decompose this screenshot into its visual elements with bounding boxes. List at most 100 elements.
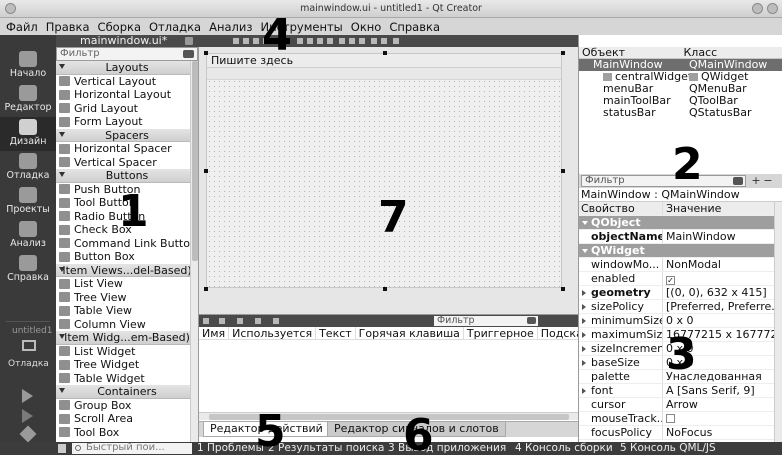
resize-handle[interactable] — [561, 51, 565, 55]
object-tree-row[interactable]: menuBar QMenuBar — [579, 83, 782, 95]
widget-item[interactable]: Command Link Button — [56, 237, 198, 251]
tool-icon[interactable] — [349, 38, 355, 44]
property-filter-input[interactable]: Фильтр — [581, 175, 746, 187]
menu-help[interactable]: Справка — [389, 20, 440, 34]
build-icon[interactable] — [19, 425, 37, 443]
resize-handle[interactable] — [204, 287, 208, 291]
property-value[interactable]: [(0, 0), 632 x 415] — [663, 286, 782, 299]
new-action-icon[interactable] — [203, 318, 209, 324]
property-value[interactable] — [663, 412, 782, 425]
menu-edit[interactable]: Правка — [46, 20, 90, 34]
property-checkbox[interactable]: ✓ — [666, 276, 675, 285]
delete-action-icon[interactable] — [255, 318, 261, 324]
expand-arrow-icon[interactable] — [582, 221, 588, 225]
expand-arrow-icon[interactable] — [582, 290, 586, 296]
resize-handle[interactable] — [383, 51, 387, 55]
widget-item[interactable]: Tree Widget — [56, 358, 198, 372]
widget-category[interactable]: Spacers — [56, 128, 198, 142]
output-tab-issues[interactable]: 1 Проблемы — [197, 443, 264, 454]
widget-item[interactable]: Vertical Spacer — [56, 156, 198, 170]
tool-icon[interactable] — [381, 38, 387, 44]
resize-handle[interactable] — [204, 169, 208, 173]
expand-arrow-icon[interactable] — [582, 332, 586, 338]
property-group[interactable]: QObject — [579, 216, 782, 230]
debug-run-icon[interactable] — [22, 409, 33, 423]
widget-item[interactable]: Table View — [56, 304, 198, 318]
action-column-header[interactable]: Используется — [229, 327, 317, 339]
tool-icon[interactable] — [233, 38, 239, 44]
close-icon[interactable] — [767, 3, 778, 14]
property-value[interactable]: 0 x 0 — [663, 314, 782, 327]
menu-build[interactable]: Сборка — [98, 20, 141, 34]
document-tab[interactable]: mainwindow.ui* — [56, 35, 199, 47]
locator-input[interactable]: Быстрый пои... — [72, 443, 192, 454]
tool-icon[interactable] — [317, 38, 323, 44]
kit-computer-icon[interactable] — [22, 340, 36, 351]
widget-item[interactable]: Button Box — [56, 250, 198, 264]
property-value[interactable]: A [Sans Serif, 9] — [663, 384, 782, 397]
object-tree-row[interactable]: statusBar QStatusBar — [579, 107, 782, 119]
view-mode-icon[interactable] — [273, 318, 279, 324]
widget-item[interactable]: Horizontal Layout — [56, 88, 198, 102]
property-row[interactable]: mouseTrack... — [579, 412, 782, 426]
tool-icon[interactable] — [327, 38, 333, 44]
mode-projects[interactable]: Проекты — [0, 185, 56, 219]
resize-handle[interactable] — [204, 51, 208, 55]
widget-item[interactable]: Form Layout — [56, 115, 198, 129]
mode-analyze[interactable]: Анализ — [0, 219, 56, 253]
clear-filter-icon[interactable] — [733, 177, 743, 185]
property-row[interactable]: font A [Sans Serif, 9] — [579, 384, 782, 398]
widget-item[interactable]: List Widget — [56, 345, 198, 359]
property-value[interactable]: [Preferred, Preferre... — [663, 300, 782, 313]
resize-handle[interactable] — [561, 287, 565, 291]
menu-window[interactable]: Окно — [351, 20, 382, 34]
tool-icon[interactable] — [359, 38, 365, 44]
action-filter-input[interactable]: Фильтр — [434, 316, 538, 326]
widget-item[interactable]: Scroll Area — [56, 412, 198, 426]
minimize-icon[interactable] — [752, 3, 763, 14]
widget-category[interactable]: Item Views...del-Based) — [56, 263, 198, 277]
property-value[interactable]: NonModal — [663, 258, 782, 271]
toggle-sidebar-icon[interactable] — [58, 444, 66, 453]
remove-property-icon[interactable]: − — [763, 175, 773, 186]
widget-box-scrollbar[interactable] — [190, 61, 198, 442]
output-tab-compile-output[interactable]: 4 Консоль сборки — [515, 443, 613, 454]
property-column-header[interactable]: Значение — [663, 202, 782, 215]
form-tool-bar[interactable] — [207, 68, 561, 80]
form-menu-bar[interactable]: Пишите здесь — [207, 54, 561, 68]
widget-item[interactable]: Tree View — [56, 291, 198, 305]
widget-item[interactable]: Horizontal Spacer — [56, 142, 198, 156]
menu-debug[interactable]: Отладка — [149, 20, 201, 34]
property-row[interactable]: sizePolicy [Preferred, Preferre... — [579, 300, 782, 314]
mode-help[interactable]: Справка — [0, 253, 56, 287]
paste-action-icon[interactable] — [237, 318, 243, 324]
resize-handle[interactable] — [561, 169, 565, 173]
property-group[interactable]: QWidget — [579, 244, 782, 258]
mode-edit[interactable]: Редактор — [0, 83, 56, 117]
tool-icon[interactable] — [393, 38, 399, 44]
output-tab-qml-console[interactable]: 5 Консоль QML/JS — [620, 443, 716, 454]
property-column-header[interactable]: Свойство — [579, 202, 663, 215]
tool-icon[interactable] — [243, 38, 249, 44]
clear-filter-icon[interactable] — [183, 50, 194, 58]
expand-arrow-icon[interactable] — [582, 388, 586, 394]
widget-item[interactable]: Grid Layout — [56, 102, 198, 116]
widget-item[interactable]: List View — [56, 277, 198, 291]
widget-category[interactable]: Containers — [56, 385, 198, 399]
action-column-header[interactable]: Подсказк — [538, 327, 578, 339]
mode-design[interactable]: Дизайн — [0, 117, 56, 151]
main-window-form[interactable]: Пишите здесь — [206, 53, 562, 288]
close-document-icon[interactable] — [185, 37, 193, 45]
property-value[interactable]: NoFocus — [663, 426, 782, 439]
action-column-header[interactable]: Текст — [316, 327, 356, 339]
property-row[interactable]: cursor Arrow — [579, 398, 782, 412]
widget-item[interactable]: Table Widget — [56, 372, 198, 386]
menu-analyze[interactable]: Анализ — [209, 20, 252, 34]
widget-item[interactable]: Vertical Layout — [56, 75, 198, 89]
action-column-header[interactable]: Имя — [199, 327, 230, 339]
property-row[interactable]: focusPolicy NoFocus — [579, 426, 782, 440]
menu-file[interactable]: Файл — [6, 20, 38, 34]
property-value[interactable]: ✓ — [663, 272, 782, 285]
object-tree-row[interactable]: MainWindow QMainWindow — [579, 59, 782, 71]
widget-category[interactable]: Layouts — [56, 61, 198, 75]
